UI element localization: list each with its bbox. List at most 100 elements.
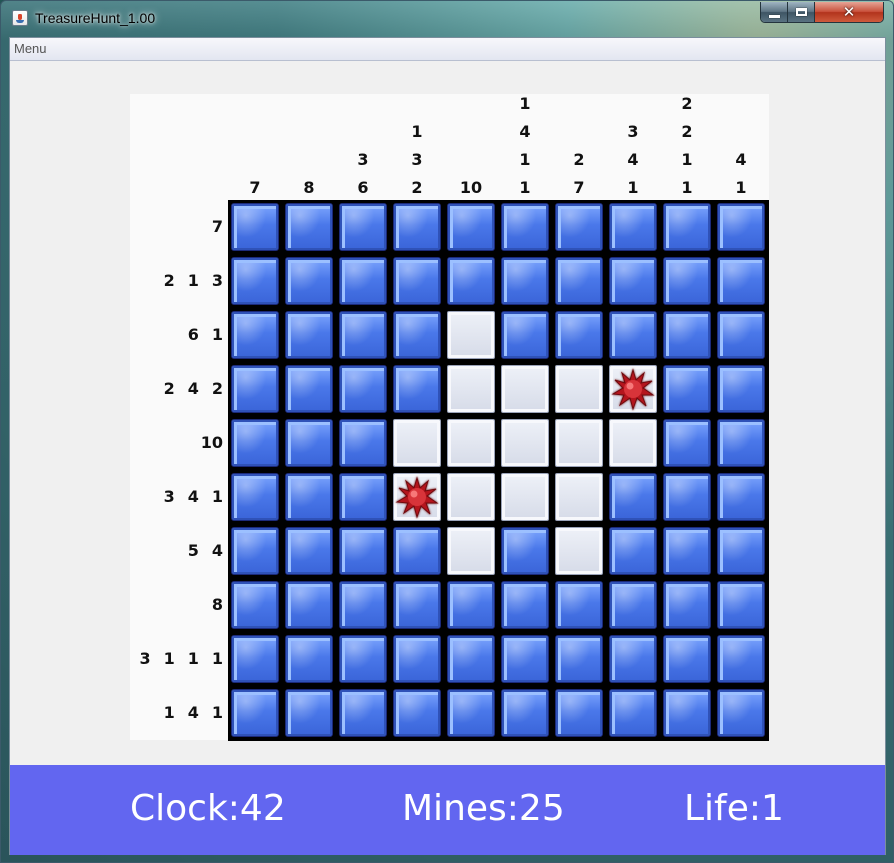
hidden-cell[interactable] bbox=[717, 419, 765, 467]
hidden-cell[interactable] bbox=[609, 581, 657, 629]
hidden-cell[interactable] bbox=[501, 635, 549, 683]
revealed-cell[interactable] bbox=[447, 311, 495, 359]
hidden-cell[interactable] bbox=[285, 365, 333, 413]
hidden-cell[interactable] bbox=[285, 635, 333, 683]
hidden-cell[interactable] bbox=[609, 473, 657, 521]
hidden-cell[interactable] bbox=[663, 311, 711, 359]
hidden-cell[interactable] bbox=[447, 257, 495, 305]
hidden-cell[interactable] bbox=[717, 581, 765, 629]
hidden-cell[interactable] bbox=[339, 257, 387, 305]
hidden-cell[interactable] bbox=[393, 527, 441, 575]
hidden-cell[interactable] bbox=[339, 365, 387, 413]
hidden-cell[interactable] bbox=[663, 203, 711, 251]
hidden-cell[interactable] bbox=[663, 473, 711, 521]
hidden-cell[interactable] bbox=[393, 257, 441, 305]
revealed-cell[interactable] bbox=[555, 473, 603, 521]
hidden-cell[interactable] bbox=[663, 581, 711, 629]
hidden-cell[interactable] bbox=[231, 203, 279, 251]
revealed-cell[interactable] bbox=[555, 365, 603, 413]
hidden-cell[interactable] bbox=[393, 365, 441, 413]
hidden-cell[interactable] bbox=[285, 419, 333, 467]
menu-item-menu[interactable]: Menu bbox=[14, 41, 47, 56]
hidden-cell[interactable] bbox=[393, 203, 441, 251]
hidden-cell[interactable] bbox=[231, 473, 279, 521]
hidden-cell[interactable] bbox=[339, 311, 387, 359]
hidden-cell[interactable] bbox=[285, 203, 333, 251]
hidden-cell[interactable] bbox=[501, 581, 549, 629]
revealed-cell[interactable] bbox=[447, 473, 495, 521]
mine-cell[interactable] bbox=[609, 365, 657, 413]
hidden-cell[interactable] bbox=[447, 203, 495, 251]
revealed-cell[interactable] bbox=[447, 527, 495, 575]
hidden-cell[interactable] bbox=[663, 257, 711, 305]
revealed-cell[interactable] bbox=[501, 473, 549, 521]
hidden-cell[interactable] bbox=[717, 689, 765, 737]
hidden-cell[interactable] bbox=[393, 635, 441, 683]
hidden-cell[interactable] bbox=[555, 311, 603, 359]
hidden-cell[interactable] bbox=[339, 473, 387, 521]
hidden-cell[interactable] bbox=[447, 581, 495, 629]
hidden-cell[interactable] bbox=[663, 365, 711, 413]
hidden-cell[interactable] bbox=[393, 581, 441, 629]
hidden-cell[interactable] bbox=[231, 419, 279, 467]
hidden-cell[interactable] bbox=[609, 311, 657, 359]
hidden-cell[interactable] bbox=[717, 311, 765, 359]
hidden-cell[interactable] bbox=[555, 635, 603, 683]
hidden-cell[interactable] bbox=[285, 581, 333, 629]
hidden-cell[interactable] bbox=[285, 473, 333, 521]
hidden-cell[interactable] bbox=[447, 689, 495, 737]
hidden-cell[interactable] bbox=[231, 581, 279, 629]
hidden-cell[interactable] bbox=[717, 203, 765, 251]
revealed-cell[interactable] bbox=[447, 419, 495, 467]
revealed-cell[interactable] bbox=[609, 419, 657, 467]
revealed-cell[interactable] bbox=[447, 365, 495, 413]
hidden-cell[interactable] bbox=[231, 527, 279, 575]
hidden-cell[interactable] bbox=[339, 203, 387, 251]
hidden-cell[interactable] bbox=[663, 635, 711, 683]
hidden-cell[interactable] bbox=[555, 257, 603, 305]
hidden-cell[interactable] bbox=[663, 689, 711, 737]
hidden-cell[interactable] bbox=[717, 257, 765, 305]
hidden-cell[interactable] bbox=[609, 635, 657, 683]
mine-cell[interactable] bbox=[393, 473, 441, 521]
hidden-cell[interactable] bbox=[717, 527, 765, 575]
hidden-cell[interactable] bbox=[717, 365, 765, 413]
close-button[interactable]: ✕ bbox=[815, 2, 883, 22]
hidden-cell[interactable] bbox=[231, 635, 279, 683]
revealed-cell[interactable] bbox=[501, 365, 549, 413]
hidden-cell[interactable] bbox=[501, 203, 549, 251]
hidden-cell[interactable] bbox=[717, 473, 765, 521]
hidden-cell[interactable] bbox=[447, 635, 495, 683]
hidden-cell[interactable] bbox=[285, 257, 333, 305]
revealed-cell[interactable] bbox=[555, 527, 603, 575]
hidden-cell[interactable] bbox=[663, 419, 711, 467]
hidden-cell[interactable] bbox=[339, 527, 387, 575]
revealed-cell[interactable] bbox=[501, 419, 549, 467]
title-bar[interactable]: TreasureHunt_1.00 ✕ bbox=[1, 1, 893, 37]
hidden-cell[interactable] bbox=[609, 257, 657, 305]
hidden-cell[interactable] bbox=[501, 689, 549, 737]
hidden-cell[interactable] bbox=[501, 257, 549, 305]
hidden-cell[interactable] bbox=[501, 311, 549, 359]
revealed-cell[interactable] bbox=[555, 419, 603, 467]
revealed-cell[interactable] bbox=[393, 419, 441, 467]
java-app-icon[interactable] bbox=[12, 10, 28, 26]
hidden-cell[interactable] bbox=[609, 203, 657, 251]
hidden-cell[interactable] bbox=[555, 203, 603, 251]
hidden-cell[interactable] bbox=[609, 689, 657, 737]
hidden-cell[interactable] bbox=[339, 581, 387, 629]
hidden-cell[interactable] bbox=[339, 635, 387, 683]
hidden-cell[interactable] bbox=[339, 419, 387, 467]
hidden-cell[interactable] bbox=[285, 311, 333, 359]
hidden-cell[interactable] bbox=[393, 689, 441, 737]
hidden-cell[interactable] bbox=[231, 689, 279, 737]
hidden-cell[interactable] bbox=[339, 689, 387, 737]
hidden-cell[interactable] bbox=[609, 527, 657, 575]
hidden-cell[interactable] bbox=[501, 527, 549, 575]
hidden-cell[interactable] bbox=[231, 365, 279, 413]
hidden-cell[interactable] bbox=[717, 635, 765, 683]
maximize-button[interactable] bbox=[788, 2, 815, 22]
hidden-cell[interactable] bbox=[231, 257, 279, 305]
hidden-cell[interactable] bbox=[555, 689, 603, 737]
minimize-button[interactable] bbox=[761, 2, 788, 22]
